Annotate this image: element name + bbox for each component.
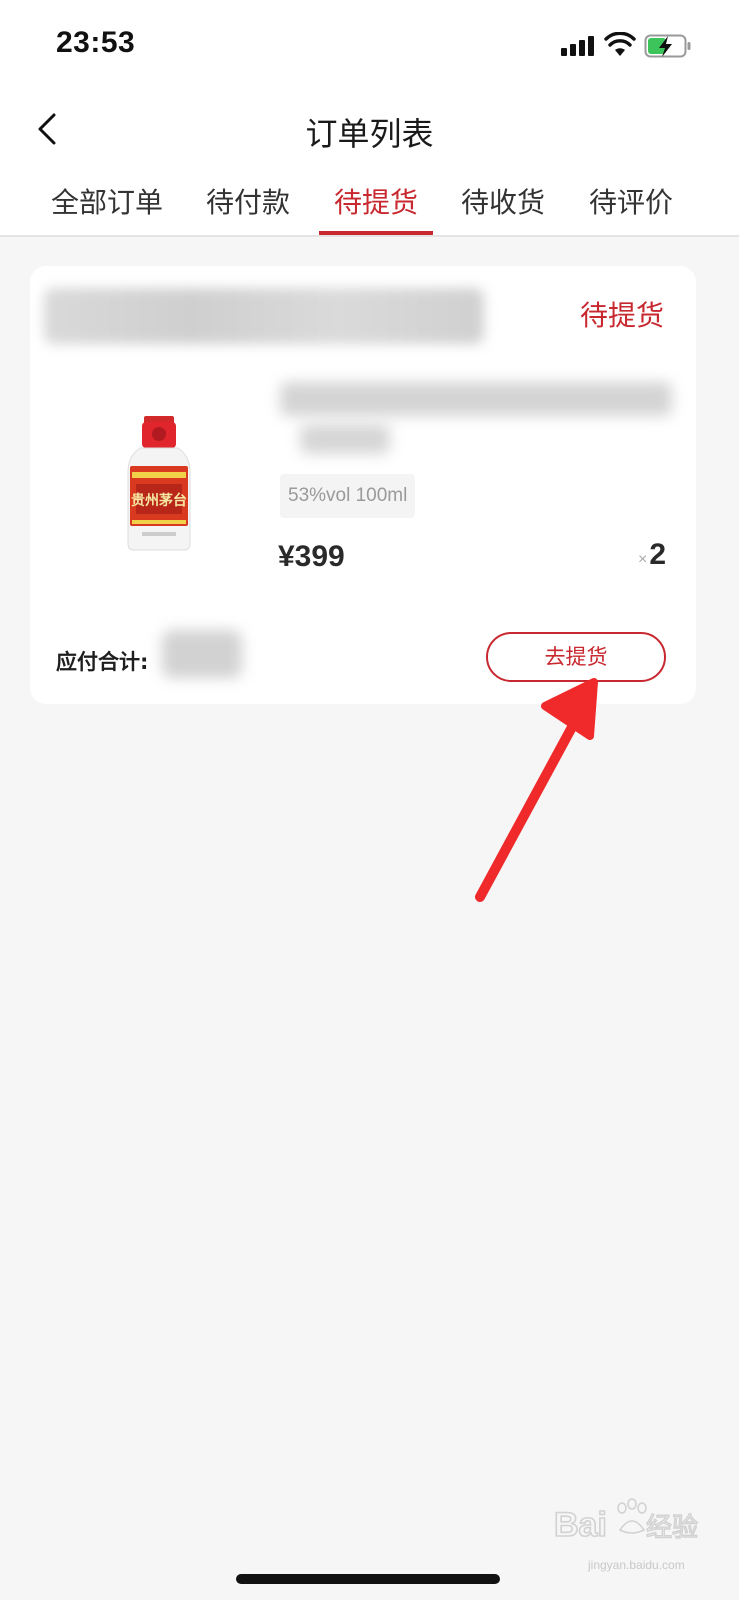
tab-pending-pickup[interactable]: 待提货	[334, 181, 418, 221]
product-price: ¥399	[278, 540, 345, 573]
svg-text:经验: 经验	[646, 1513, 698, 1543]
order-number-redacted	[44, 288, 484, 344]
product-title-redacted-line2	[300, 424, 390, 454]
status-time: 23:53	[56, 26, 136, 59]
annotation-arrow-icon	[475, 678, 598, 902]
total-amount-redacted	[162, 630, 242, 678]
status-bar: 23:53	[0, 0, 739, 95]
order-status: 待提货	[579, 299, 664, 332]
tab-pending-review[interactable]: 待评价	[589, 181, 673, 221]
total-label: 应付合计:	[56, 650, 149, 674]
product-spec-tag: 53%vol 100ml	[280, 474, 416, 518]
page-title: 订单列表	[305, 115, 434, 153]
home-indicator[interactable]	[236, 1574, 500, 1584]
wifi-icon	[604, 32, 636, 56]
svg-text:贵州茅台: 贵州茅台	[131, 492, 187, 509]
order-list-page: 23:53 订单列表 全部订单 待付款 待提货 待收货 待评价 待提货 贵州茅台…	[0, 0, 739, 1600]
order-tabs: 全部订单 待付款 待提货 待收货 待评价	[0, 167, 739, 237]
tab-all-orders[interactable]: 全部订单	[51, 181, 163, 221]
watermark-url: jingyan.baidu.com	[588, 1558, 685, 1572]
go-pickup-button[interactable]: 去提货	[486, 632, 666, 682]
svg-text:Bai: Bai	[554, 1506, 607, 1544]
product-quantity: ×2	[638, 538, 666, 572]
product-image: 贵州茅台	[127, 416, 191, 551]
signal-icon	[561, 36, 594, 56]
product-title-redacted	[280, 382, 672, 416]
active-tab-indicator	[319, 231, 433, 235]
nav-bar: 订单列表	[0, 95, 739, 167]
baidu-jingyan-watermark-logo: Bai 经验	[553, 1498, 699, 1545]
order-card[interactable]: 待提货 贵州茅台 53%vol 100ml ¥399 ×2 应付合计: 去提货	[30, 266, 696, 704]
tab-pending-delivery[interactable]: 待收货	[461, 181, 545, 221]
battery-charging-icon	[644, 34, 691, 58]
quantity-value: 2	[649, 538, 666, 571]
tab-pending-payment[interactable]: 待付款	[206, 181, 290, 221]
quantity-multiplier: ×	[637, 551, 648, 568]
